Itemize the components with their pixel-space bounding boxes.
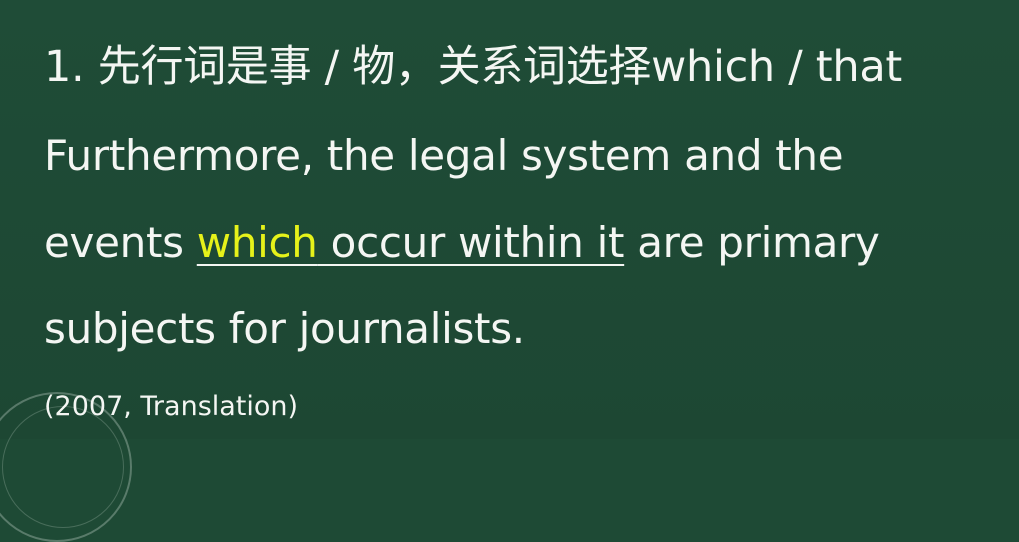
rule-heading: 1. 先行词是事 / 物，关系词选择which / that — [44, 42, 902, 92]
sentence-text-end: are primary — [624, 218, 880, 267]
relative-clause: which occur within it — [196, 218, 625, 267]
citation-source: (2007, Translation) — [44, 391, 299, 422]
example-sentence-line-2: events which occur within it are primary — [44, 222, 880, 264]
relative-clause-text: occur within it — [317, 218, 625, 267]
sentence-text: events — [44, 218, 197, 267]
example-sentence-line-3: subjects for journalists. — [44, 304, 525, 353]
relative-pronoun-highlight: which — [196, 218, 318, 267]
watermark-seal-inner-ring — [2, 406, 124, 528]
example-sentence-line-1: Furthermore, the legal system and the — [44, 131, 844, 180]
